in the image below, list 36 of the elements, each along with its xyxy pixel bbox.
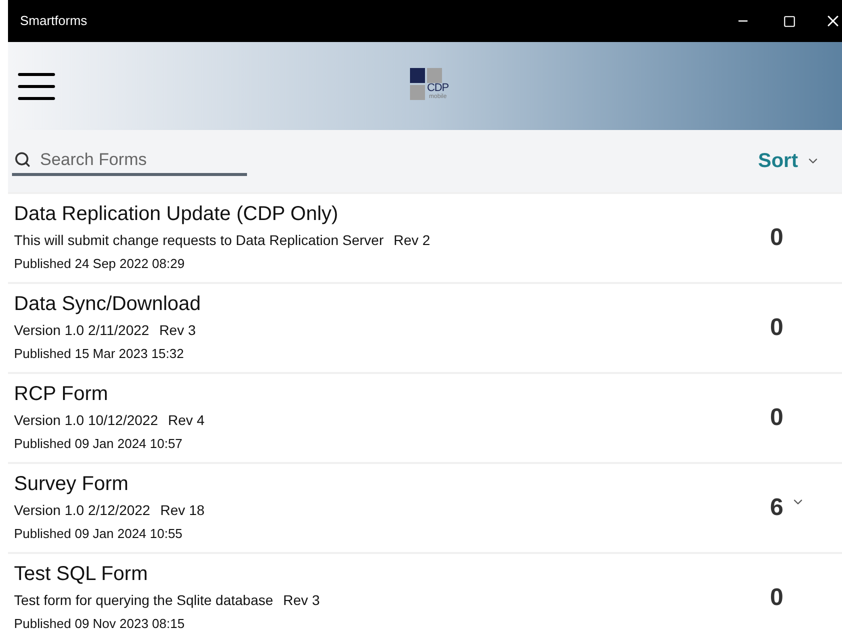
form-title: RCP Form [14,382,110,407]
form-published-date: Published 24 Sep 2022 08:29 [14,255,186,273]
form-description: Test form for querying the Sqlite database [14,591,274,610]
form-revision: Rev 2 [394,231,430,250]
form-count: 0 [770,403,784,433]
form-list-item[interactable]: Data Sync/Download Version 1.0 2/11/2022 Rev 3 Published 15 Mar 2023 15:32 0 [8,282,842,372]
form-description: This will submit change requests to Data Replication Server [14,231,384,250]
form-published-date: Published 15 Mar 2023 15:32 [14,345,185,363]
maximize-icon [782,14,796,28]
search-icon [14,151,31,168]
logo-text: CDP [427,83,449,94]
form-revision: Rev 18 [160,501,205,520]
form-revision: Rev 4 [168,411,205,430]
form-description: Version 1.0 2/11/2022 [14,321,150,340]
form-count: 0 [770,583,784,613]
form-count: 0 [770,313,784,343]
form-list-item[interactable]: Survey Form Version 1.0 2/12/2022 Rev 18 Published 09 Jan 2024 10:55 6 [8,462,842,552]
window-title: Smartforms [20,12,88,30]
form-published-date: Published 09 Nov 2023 08:15 [14,615,186,633]
form-revision: Rev 3 [283,591,320,610]
form-published-date: Published 09 Jan 2024 10:57 [14,435,184,453]
form-published-date: Published 09 Jan 2024 10:55 [14,525,184,543]
form-description: Version 1.0 10/12/2022 [14,411,158,430]
form-count: 0 [770,223,784,253]
form-count: 6 [770,493,784,523]
form-list-item[interactable]: RCP Form Version 1.0 10/12/2022 Rev 4 Published 09 Jan 2024 10:57 0 [8,372,842,462]
form-revision: Rev 3 [159,321,196,340]
form-list-item[interactable]: Test SQL Form Test form for querying the Sqlite database Rev 3 Published 09 Nov 2023 08:15 0 [8,552,842,641]
form-title: Survey Form [14,472,130,497]
sort-button[interactable]: Sort [758,146,820,176]
form-title: Data Sync/Download [14,292,202,317]
form-title: Test SQL Form [14,562,149,587]
search-field[interactable]: Search Forms [12,146,247,176]
form-title: Data Replication Update (CDP Only) [14,202,340,227]
form-description: Version 1.0 2/12/2022 [14,501,150,520]
form-list-item[interactable]: Data Replication Update (CDP Only) This will submit change requests to Data Replication Server Rev 2 Published 24 Sep 2022 08:29 0 [8,192,842,282]
